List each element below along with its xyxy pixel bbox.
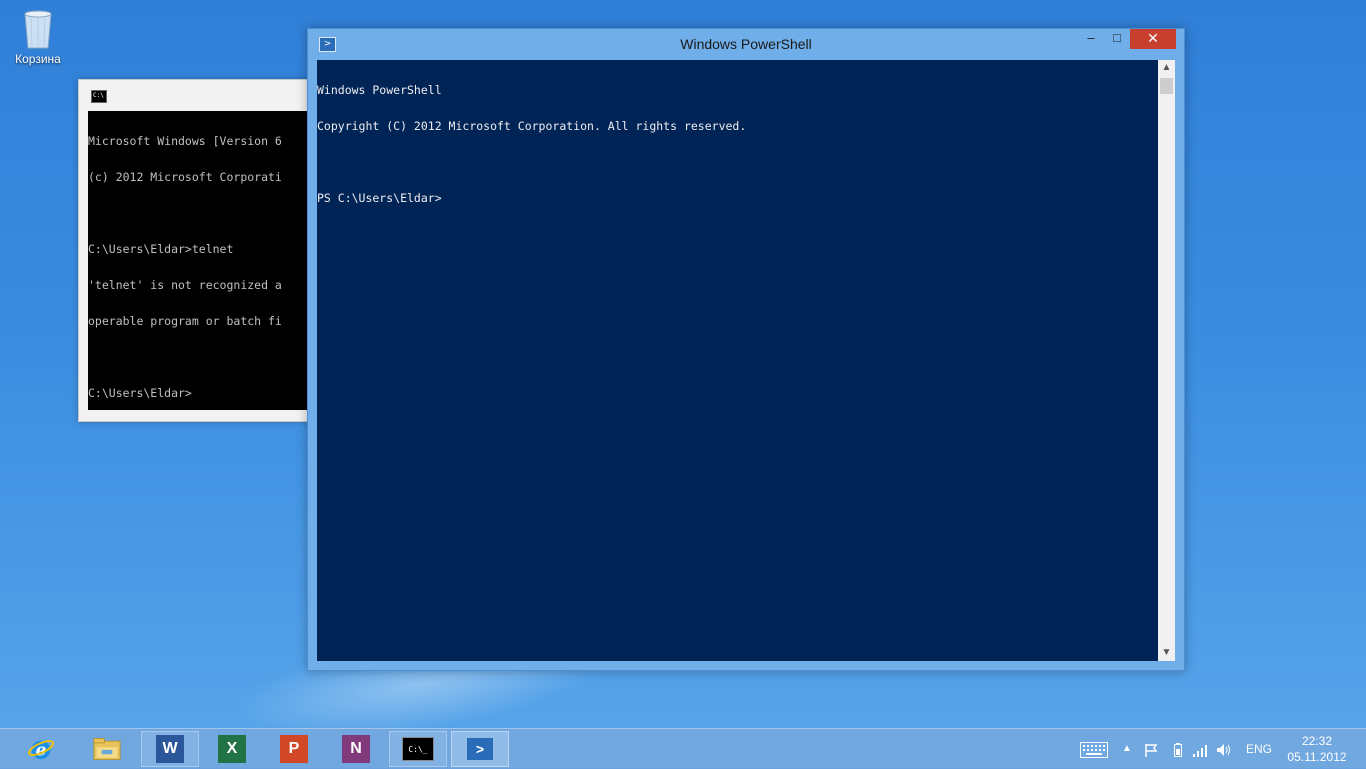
scroll-up-arrow-icon[interactable]: ▲ [1158,60,1175,76]
scrollbar-thumb[interactable] [1160,78,1173,94]
ie-icon: e [27,735,55,763]
cmd-line: C:\Users\Eldar> [88,386,192,400]
volume-icon[interactable] [1216,729,1232,769]
console-prompt: PS C:\Users\Eldar> [317,191,442,205]
vertical-scrollbar[interactable]: ▲ ▼ [1158,60,1175,661]
cmd-line: Microsoft Windows [Version 6 [88,134,282,148]
powershell-console[interactable]: Windows PowerShell Copyright (C) 2012 Mi… [317,60,1158,661]
cmd-line: operable program or batch fi [88,314,282,328]
network-signal-icon[interactable] [1192,729,1208,769]
cmd-line: (c) 2012 Microsoft Corporati [88,170,282,184]
console-line: Copyright (C) 2012 Microsoft Corporation… [317,119,747,133]
onenote-icon: N [342,735,370,763]
maximize-button[interactable]: □ [1104,29,1130,49]
clock[interactable]: 22:32 05.11.2012 [1282,733,1352,765]
taskbar-powerpoint[interactable]: P [265,731,323,767]
close-button[interactable]: ✕ [1130,29,1176,49]
taskbar-internet-explorer[interactable]: e [12,731,70,767]
action-center-flag-icon[interactable] [1144,729,1158,769]
recycle-bin-label: Корзина [15,52,61,66]
taskbar: e W X P N C:\_ > ▲ ENG 22:32 05.11.2012 [0,728,1366,769]
clock-time: 22:32 [1301,734,1333,748]
cmd-console[interactable]: Microsoft Windows [Version 6 (c) 2012 Mi… [88,111,319,410]
language-indicator[interactable]: ENG [1246,729,1272,769]
powerpoint-icon: P [280,735,308,763]
show-hidden-icons-chevron-icon[interactable]: ▲ [1122,729,1132,769]
taskbar-excel[interactable]: X [203,731,261,767]
taskbar-word[interactable]: W [141,731,199,767]
window-title: Windows PowerShell [680,36,812,52]
taskbar-file-explorer[interactable] [78,731,136,767]
battery-icon[interactable] [1174,729,1182,769]
powershell-icon: > [467,738,493,760]
cmd-line: 'telnet' is not recognized a [88,278,282,292]
cmd-line [88,207,319,219]
taskbar-onenote[interactable]: N [327,731,385,767]
cmd-window[interactable]: C:\ Microsoft Windows [Version 6 (c) 201… [78,79,320,422]
cmd-window-icon: C:\ [91,90,107,103]
cmd-line [88,351,319,363]
taskbar-powershell[interactable]: > [451,731,509,767]
minimize-button[interactable]: – [1078,29,1104,49]
folder-icon [93,735,121,763]
cmd-line: C:\Users\Eldar>telnet [88,242,234,256]
console-line: Windows PowerShell [317,83,442,97]
clock-date: 05.11.2012 [1287,750,1347,764]
taskbar-command-prompt[interactable]: C:\_ [389,731,447,767]
recycle-bin-icon [21,6,55,50]
powershell-window[interactable]: > Windows PowerShell – □ ✕ Windows Power… [307,28,1185,671]
recycle-bin-desktop-icon[interactable]: Корзина [8,6,68,66]
scroll-down-arrow-icon[interactable]: ▼ [1158,645,1175,661]
excel-icon: X [218,735,246,763]
keyboard-icon[interactable] [1080,729,1108,769]
cmd-icon: C:\_ [402,737,434,761]
word-icon: W [156,735,184,763]
